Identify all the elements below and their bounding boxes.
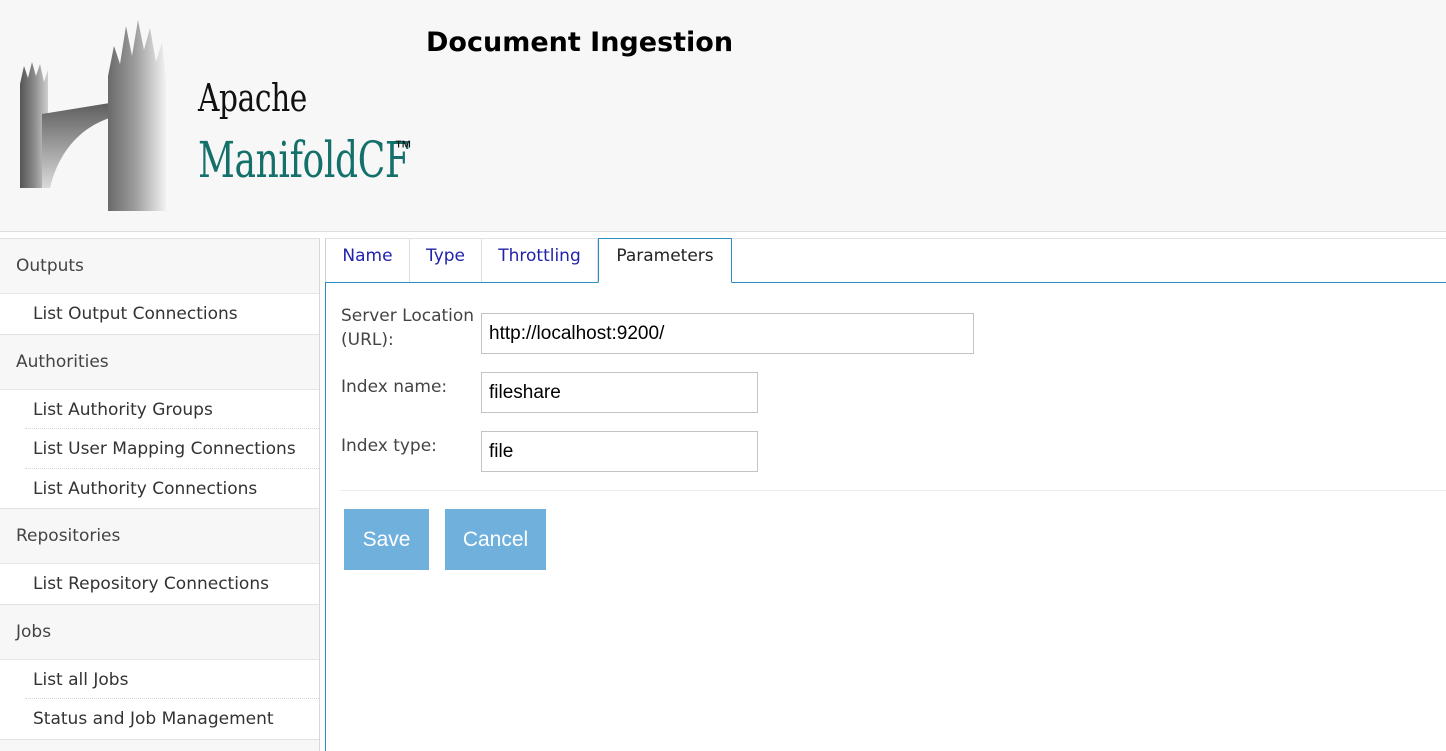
sidebar-link-list-authority-groups[interactable]: List Authority Groups bbox=[25, 390, 319, 429]
sidebar-link-list-user-mapping-connections[interactable]: List User Mapping Connections bbox=[25, 429, 319, 469]
page-header: Apache ManifoldCF ™ Document Ingestion bbox=[0, 0, 1446, 232]
tab-throttling[interactable]: Throttling bbox=[482, 239, 598, 283]
logo-apache-text: Apache bbox=[198, 76, 307, 120]
index-type-label: Index type: bbox=[341, 436, 437, 456]
tab-parameters[interactable]: Parameters bbox=[598, 238, 732, 283]
sidebar-section-authorities: Authorities List Authority Groups List U… bbox=[0, 335, 319, 509]
manifoldcf-logo: Apache ManifoldCF ™ bbox=[16, 16, 416, 211]
tab-name[interactable]: Name bbox=[326, 239, 410, 283]
sidebar-link-list-all-jobs[interactable]: List all Jobs bbox=[25, 660, 319, 699]
sidebar-heading-outputs: Outputs bbox=[0, 239, 319, 294]
sidebar-heading-repositories: Repositories bbox=[0, 509, 319, 564]
logo-trademark: ™ bbox=[394, 137, 412, 157]
index-name-input[interactable] bbox=[481, 372, 758, 413]
sidebar-link-list-repository-connections[interactable]: List Repository Connections bbox=[25, 564, 319, 604]
sidebar-link-status-and-job-management[interactable]: Status and Job Management bbox=[25, 699, 319, 739]
tab-type[interactable]: Type bbox=[410, 239, 482, 283]
sidebar-section-outputs: Outputs List Output Connections bbox=[0, 239, 319, 335]
sidebar-link-list-output-connections[interactable]: List Output Connections bbox=[25, 294, 319, 334]
sidebar-section-repositories: Repositories List Repository Connections bbox=[0, 509, 319, 605]
sidebar-link-list-authority-connections[interactable]: List Authority Connections bbox=[25, 469, 319, 509]
page-title: Document Ingestion bbox=[426, 27, 734, 58]
server-location-label: Server Location (URL): bbox=[341, 306, 475, 350]
save-button[interactable]: Save bbox=[344, 509, 429, 570]
index-name-label: Index name: bbox=[341, 377, 448, 397]
sidebar-nav: Outputs List Output Connections Authorit… bbox=[0, 238, 320, 751]
sidebar-section-jobs: Jobs List all Jobs Status and Job Manage… bbox=[0, 605, 319, 740]
sidebar-heading-authorities: Authorities bbox=[0, 335, 319, 390]
form-divider bbox=[340, 490, 1446, 491]
cancel-button[interactable]: Cancel bbox=[445, 509, 546, 570]
logo-manifoldcf-text: ManifoldCF bbox=[198, 131, 410, 189]
index-type-input[interactable] bbox=[481, 431, 758, 472]
tab-bar: Name Type Throttling Parameters bbox=[325, 238, 1446, 283]
server-location-input[interactable] bbox=[481, 313, 974, 354]
sidebar-heading-jobs: Jobs bbox=[0, 605, 319, 660]
bridge-tower-logo-icon bbox=[20, 20, 166, 211]
